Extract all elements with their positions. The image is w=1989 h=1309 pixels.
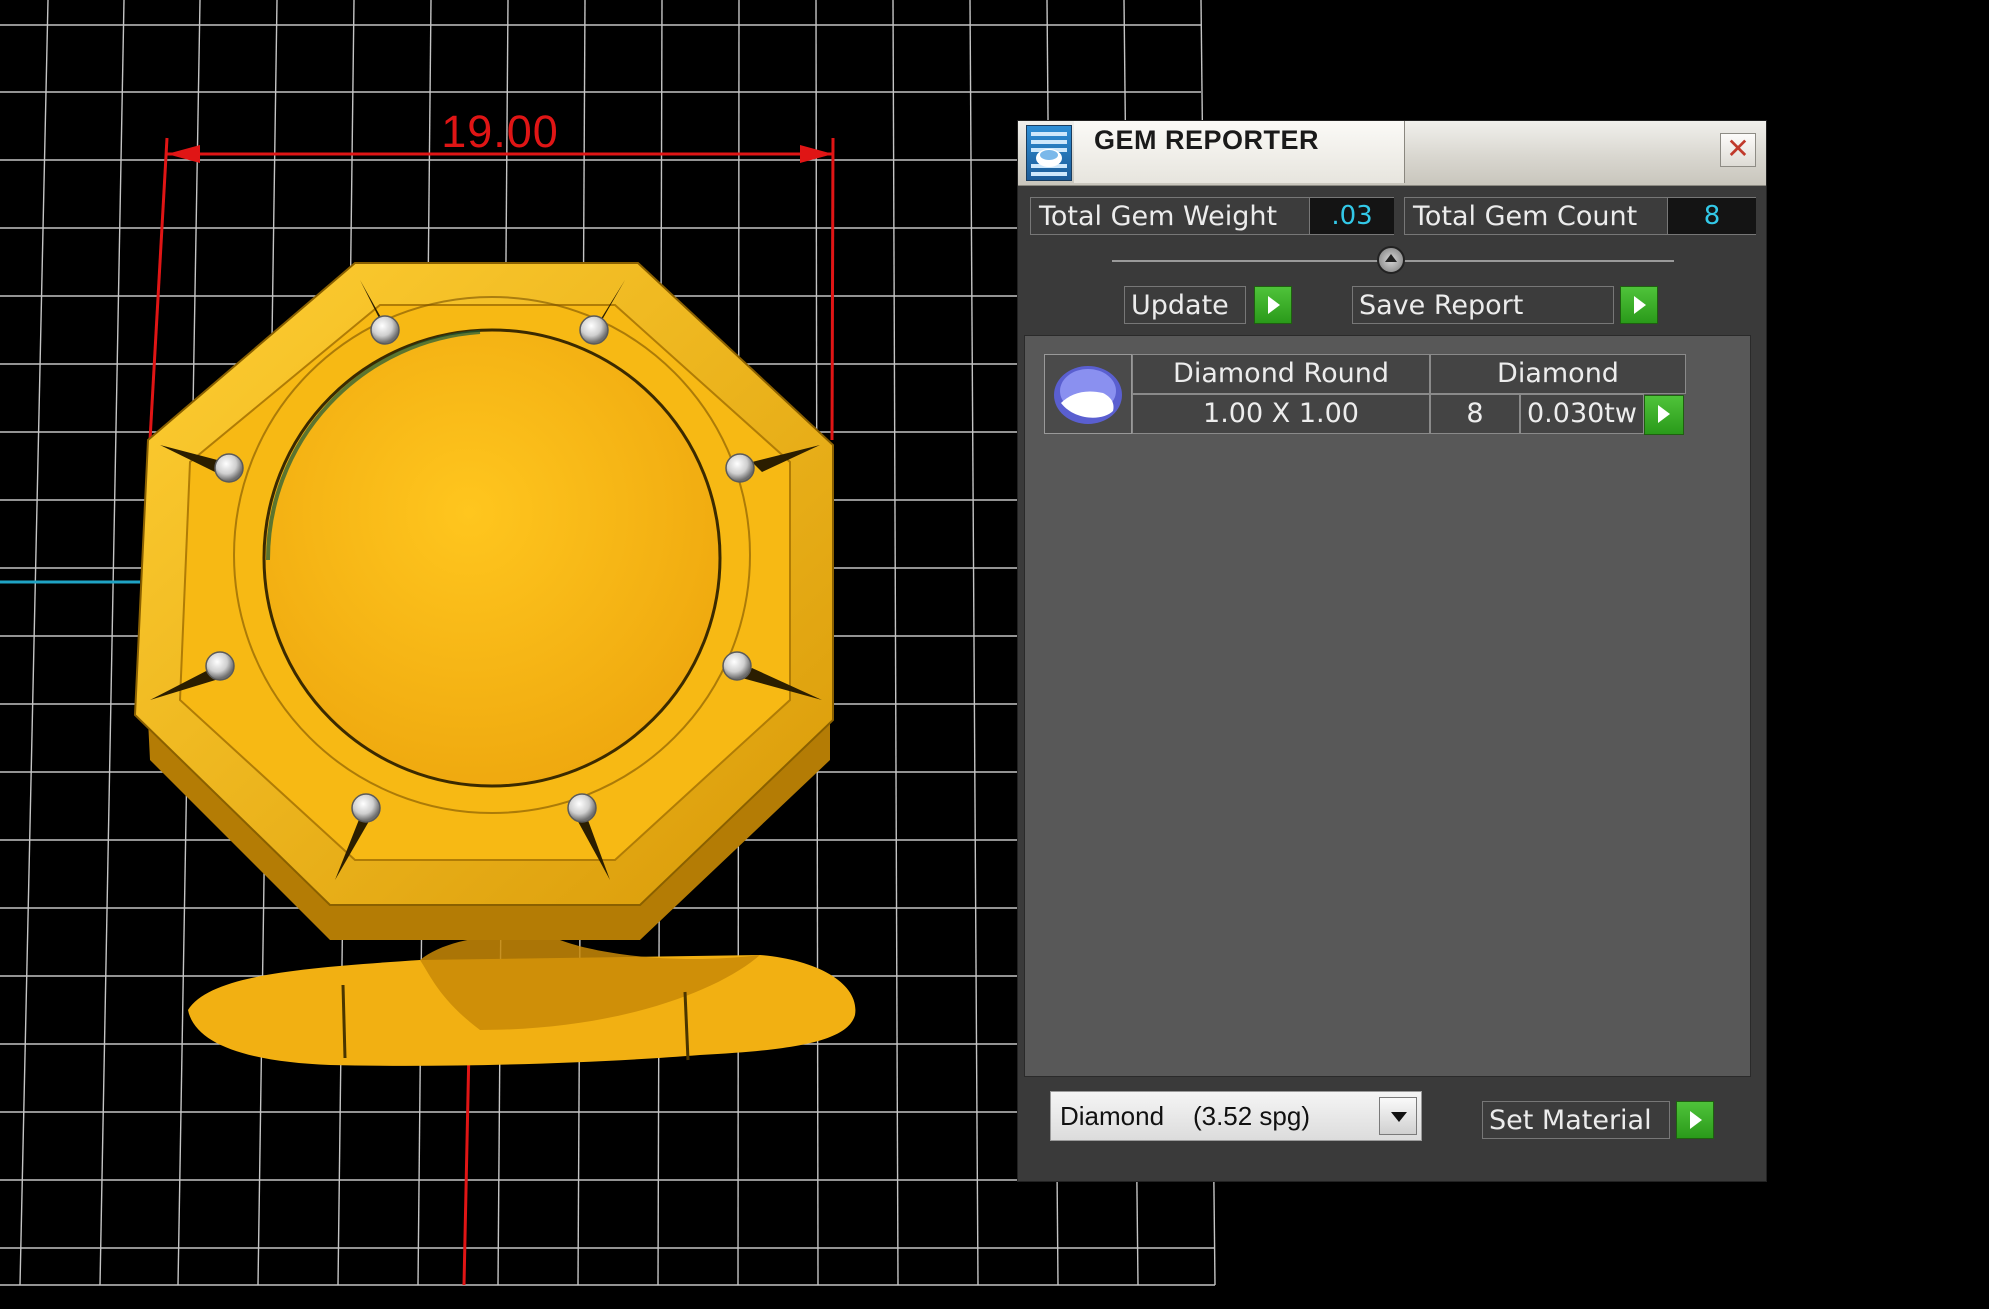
close-button[interactable]: ✕ [1720,133,1756,167]
set-material-button-label: Set Material [1489,1105,1652,1136]
gem-row-go-button[interactable] [1644,395,1684,435]
gem-count-cell: 8 [1430,394,1520,434]
gem-name-cell: Diamond Round [1132,354,1430,394]
panel-title: GEM REPORTER [1094,125,1320,155]
total-gem-weight-field: Total Gem Weight .03 [1030,197,1394,235]
material-select[interactable]: Diamond (3.52 spg) [1050,1091,1422,1141]
set-material-button[interactable]: Set Material [1482,1101,1670,1139]
update-go-button[interactable] [1254,286,1292,324]
gem-reporter-icon [1026,125,1072,181]
gem-weight-cell: 0.030tw [1520,394,1644,434]
total-gem-count-label: Total Gem Count [1413,201,1638,232]
total-gem-count-value: 8 [1667,198,1756,234]
gem-reporter-panel: GEM REPORTER ✕ Total Gem Weight .03 Tota… [1017,120,1767,1182]
save-report-go-button[interactable] [1620,286,1658,324]
collapse-toggle-button[interactable] [1377,246,1405,274]
set-material-go-button[interactable] [1676,1101,1714,1139]
total-gem-weight-value: .03 [1309,198,1394,234]
save-report-button[interactable]: Save Report [1352,286,1614,324]
gem-row[interactable]: Diamond Round Diamond 1.00 X 1.00 8 0.03… [1044,354,1686,436]
total-gem-weight-label: Total Gem Weight [1039,201,1278,232]
close-icon: ✕ [1726,132,1750,165]
update-button-label: Update [1131,290,1229,321]
ring-shank [188,935,856,1066]
total-gem-count-field: Total Gem Count 8 [1404,197,1756,235]
update-button[interactable]: Update [1124,286,1246,324]
gem-thumbnail-icon [1044,354,1132,434]
material-select-value: Diamond (3.52 spg) [1060,1101,1311,1131]
chevron-down-icon[interactable] [1379,1097,1417,1135]
dimension-label: 19.00 [441,106,559,157]
gem-material-cell: Diamond [1430,354,1686,394]
gem-size-cell: 1.00 X 1.00 [1132,394,1430,434]
save-report-button-label: Save Report [1359,290,1524,321]
gem-list[interactable]: Diamond Round Diamond 1.00 X 1.00 8 0.03… [1024,335,1751,1077]
panel-titlebar[interactable]: GEM REPORTER ✕ [1018,121,1766,186]
